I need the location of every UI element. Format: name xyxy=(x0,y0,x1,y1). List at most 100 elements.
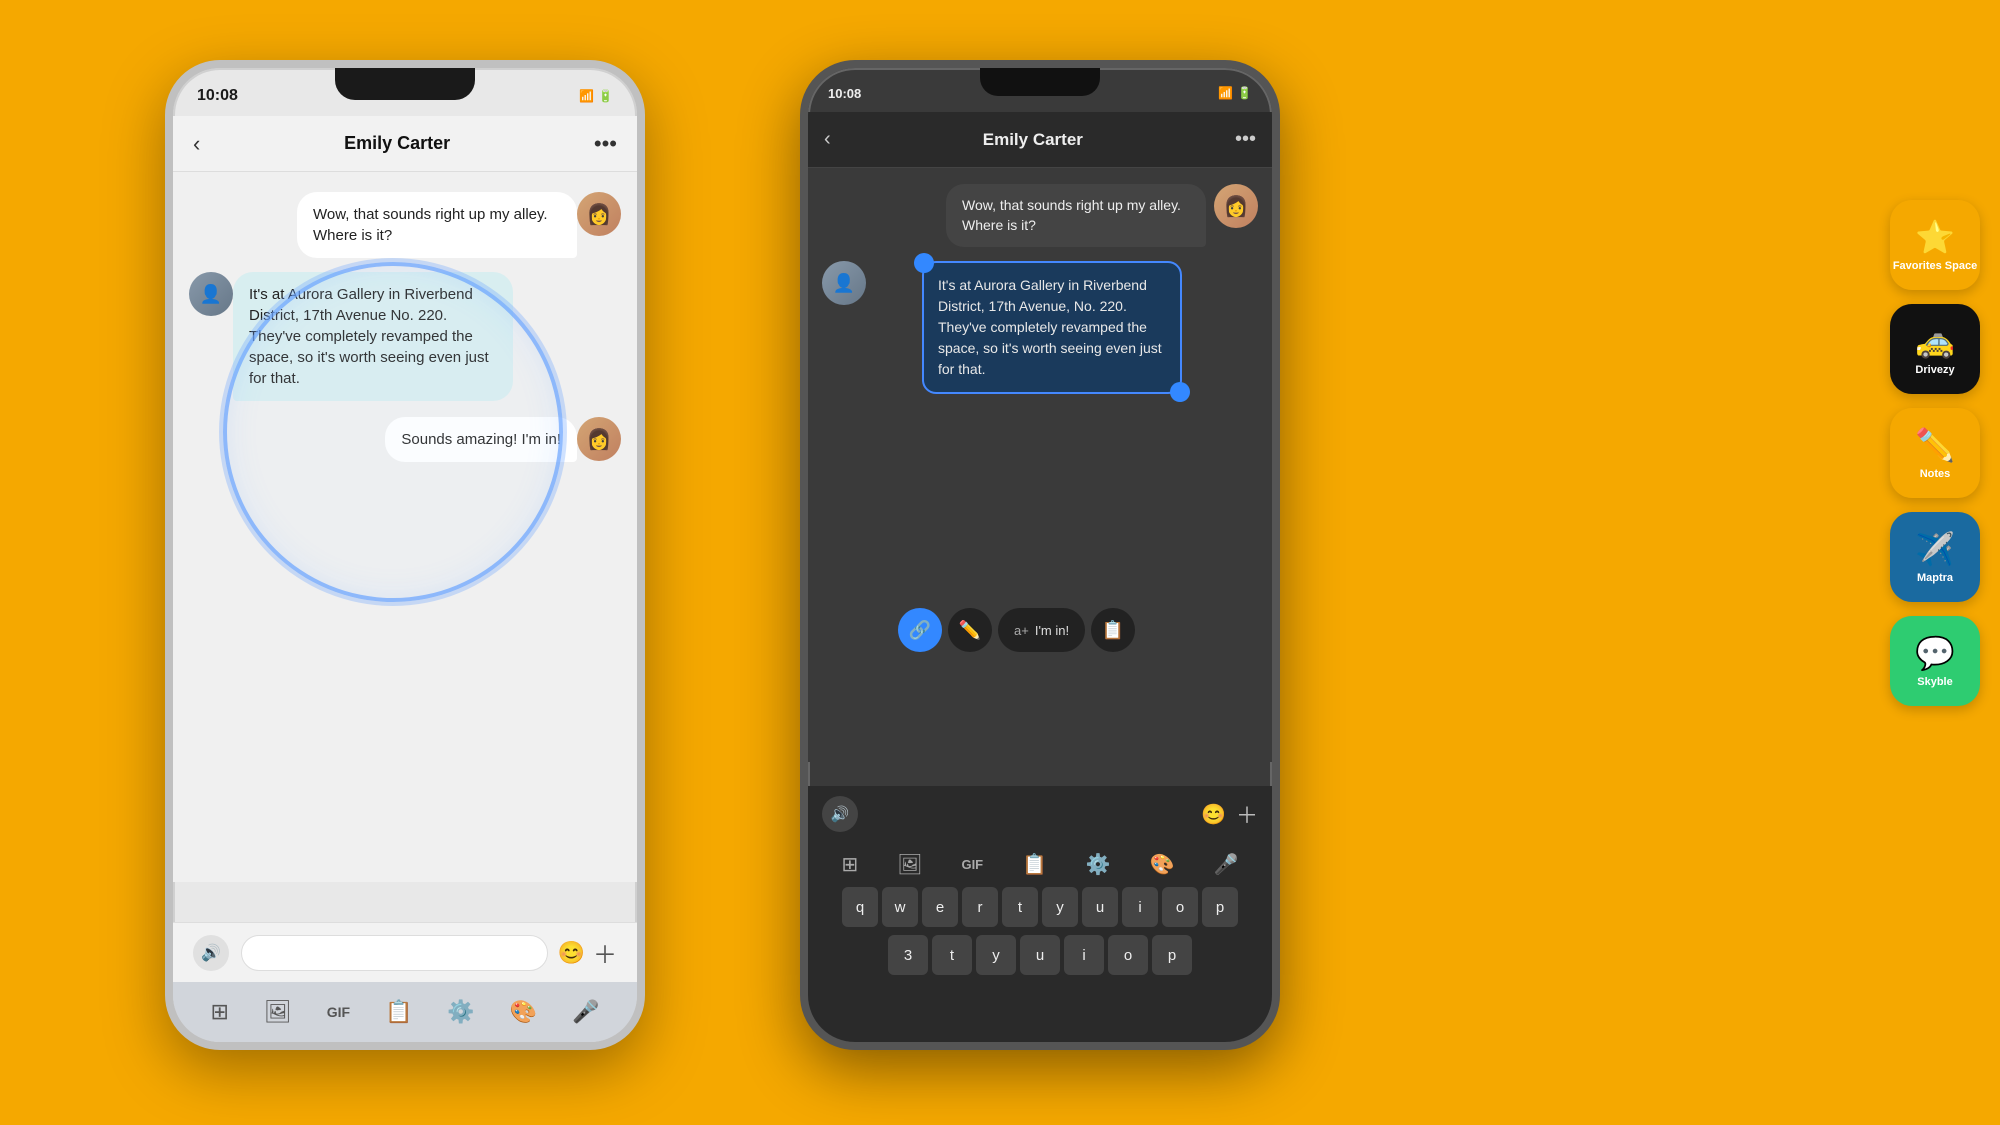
keyboard-keys-row: q w e r t y u i o p xyxy=(808,883,1272,931)
bubble-selected: It's at Aurora Gallery in Riverbend Dist… xyxy=(922,261,1182,394)
avatar-emily-right-1: 👩 xyxy=(1214,184,1258,228)
left-phone-volume-btn xyxy=(165,268,171,348)
app-icon-favorites[interactable]: ⭐ Favorites Space xyxy=(1890,200,1980,290)
key-u2[interactable]: u xyxy=(1020,935,1060,975)
message-row-3: Sounds amazing! I'm in! 👩 xyxy=(189,417,621,462)
add-btn-right[interactable]: ＋ xyxy=(1236,798,1258,830)
key-w[interactable]: w xyxy=(882,887,918,927)
key-y[interactable]: y xyxy=(1042,887,1078,927)
notch-right xyxy=(980,68,1100,96)
kb-mic-icon-right[interactable]: 🎤 xyxy=(1214,852,1239,877)
phone-right: 10:08 📶 🔋 ‹ Emily Carter ••• Wow, that s… xyxy=(800,60,1280,1050)
kb-gif-label-right[interactable]: GIF xyxy=(961,857,983,872)
kb-settings-icon-right[interactable]: ⚙️ xyxy=(1086,852,1111,877)
contact-name-right: Emily Carter xyxy=(983,130,1083,150)
app-icon-drivezy[interactable]: 🚕 Drivezy xyxy=(1890,304,1980,394)
kb-gif-label[interactable]: GIF xyxy=(327,1004,350,1020)
kb-sticker-icon-right[interactable]: 🖼 xyxy=(897,852,922,877)
key-i2[interactable]: i xyxy=(1064,935,1104,975)
avatar-other-1: 👤 xyxy=(189,272,233,316)
key-p[interactable]: p xyxy=(1202,887,1238,927)
key-q[interactable]: q xyxy=(842,887,878,927)
chat-header-right: ‹ Emily Carter ••• xyxy=(808,112,1272,168)
voice-btn-right[interactable]: 🔊 xyxy=(822,796,858,832)
key-p2[interactable]: p xyxy=(1152,935,1192,975)
add-button-left[interactable]: ＋ xyxy=(593,935,617,970)
app-icon-skyble[interactable]: 💬 Skyble xyxy=(1890,616,1980,706)
keyboard-bar-left: ⊞ 🖼 GIF 📋 ⚙️ 🎨 🎤 xyxy=(173,982,637,1042)
kb-grid-icon-right[interactable]: ⊞ xyxy=(841,852,858,877)
key-i[interactable]: i xyxy=(1122,887,1158,927)
key-u[interactable]: u xyxy=(1082,887,1118,927)
key-o[interactable]: o xyxy=(1162,887,1198,927)
key-e[interactable]: e xyxy=(922,887,958,927)
maptra-icon: ✈️ xyxy=(1915,530,1955,568)
back-button-left[interactable]: ‹ xyxy=(193,131,200,157)
more-button-right[interactable]: ••• xyxy=(1235,128,1256,151)
kb-paint-icon[interactable]: 🎨 xyxy=(510,999,537,1025)
back-button-right[interactable]: ‹ xyxy=(824,128,831,151)
maptra-label: Maptra xyxy=(1917,572,1953,584)
chat-body-right: Wow, that sounds right up my alley. Wher… xyxy=(808,168,1272,762)
keyboard-area-right: ⊞ 🖼 GIF 📋 ⚙️ 🎨 🎤 q w e r t y u i o p 3 t… xyxy=(808,842,1272,1042)
kb-clipboard-icon[interactable]: 📋 xyxy=(385,999,412,1025)
emoji-btn-right[interactable]: 😊 xyxy=(1201,802,1226,827)
time-right: 10:08 xyxy=(828,86,861,101)
key-r[interactable]: r xyxy=(962,887,998,927)
left-phone-power-btn2 xyxy=(639,308,645,368)
key-3[interactable]: 3 xyxy=(888,935,928,975)
text-input-left[interactable] xyxy=(241,935,548,971)
context-copy-btn[interactable]: 📋 xyxy=(1091,608,1135,652)
voice-button-left[interactable]: 🔊 xyxy=(193,935,229,971)
kb-clipboard-icon-right[interactable]: 📋 xyxy=(1022,852,1047,877)
key-o2[interactable]: o xyxy=(1108,935,1148,975)
message-row-right-2: 👤 It's at Aurora Gallery in Riverbend Di… xyxy=(822,261,1258,394)
avatar-emily-1: 👩 xyxy=(577,192,621,236)
app-icon-maptra[interactable]: ✈️ Maptra xyxy=(1890,512,1980,602)
key-t[interactable]: t xyxy=(1002,887,1038,927)
bubble-right-outgoing-1: Wow, that sounds right up my alley. Wher… xyxy=(946,184,1206,247)
bubble-outgoing-2: Sounds amazing! I'm in! xyxy=(385,417,577,462)
emoji-button-left[interactable]: 😊 xyxy=(558,940,585,966)
time-left: 10:08 xyxy=(197,87,238,105)
toolbar-bottom-left: 🔊 😊 ＋ xyxy=(173,922,637,982)
selection-handle-bottom xyxy=(1170,382,1190,402)
key-y2[interactable]: y xyxy=(976,935,1016,975)
context-menu: 🔗 ✏️ a+ I'm in! 📋 xyxy=(898,608,1141,652)
avatar-emily-2: 👩 xyxy=(577,417,621,461)
favorites-label: Favorites Space xyxy=(1893,260,1977,272)
left-phone-power-btn xyxy=(639,228,645,288)
side-apps-panel: ⭐ Favorites Space 🚕 Drivezy ✏️ Notes ✈️ … xyxy=(1890,200,1980,706)
skyble-icon: 💬 xyxy=(1915,634,1955,672)
favorites-icon: ⭐ xyxy=(1915,218,1955,256)
kb-mic-icon[interactable]: 🎤 xyxy=(572,999,599,1025)
taxi-label: Drivezy xyxy=(1915,364,1954,376)
notch-left xyxy=(335,68,475,100)
kb-grid-icon[interactable]: ⊞ xyxy=(210,999,228,1025)
selection-handle-top xyxy=(914,253,934,273)
kb-theme-icon-right[interactable]: 🎨 xyxy=(1150,852,1175,877)
context-reply-text[interactable]: a+ I'm in! xyxy=(998,608,1085,652)
chat-body-left: Wow, that sounds right up my alley. Wher… xyxy=(173,172,637,882)
more-button-left[interactable]: ••• xyxy=(594,131,617,157)
message-row-2: 👤 It's at Aurora Gallery in Riverbend Di… xyxy=(189,272,621,401)
context-translate-btn[interactable]: 🔗 xyxy=(898,608,942,652)
bubble-incoming-1: It's at Aurora Gallery in Riverbend Dist… xyxy=(233,272,513,401)
phone-left: 10:08 📶 🔋 ‹ Emily Carter ••• Wow, that s… xyxy=(165,60,645,1050)
context-edit-btn[interactable]: ✏️ xyxy=(948,608,992,652)
kb-sticker-icon[interactable]: 🖼 xyxy=(264,999,292,1025)
input-row-right: 🔊 😊 ＋ xyxy=(808,786,1272,842)
notes-label: Notes xyxy=(1920,468,1951,480)
bubble-outgoing-1: Wow, that sounds right up my alley. Wher… xyxy=(297,192,577,258)
right-phone-volume-btn xyxy=(800,268,806,348)
right-phone-power-btn xyxy=(1274,228,1280,288)
app-icon-notes[interactable]: ✏️ Notes xyxy=(1890,408,1980,498)
keyboard-bottom-hint: 3 t y u i o p xyxy=(808,931,1272,979)
status-icons-right: 📶 🔋 xyxy=(1218,86,1252,100)
status-icons-left: 📶 🔋 xyxy=(579,89,613,103)
key-t2[interactable]: t xyxy=(932,935,972,975)
kb-settings-icon[interactable]: ⚙️ xyxy=(447,999,474,1025)
contact-name-left: Emily Carter xyxy=(344,133,450,154)
right-phone-power-btn2 xyxy=(1274,308,1280,368)
keyboard-top-row: ⊞ 🖼 GIF 📋 ⚙️ 🎨 🎤 xyxy=(808,842,1272,883)
